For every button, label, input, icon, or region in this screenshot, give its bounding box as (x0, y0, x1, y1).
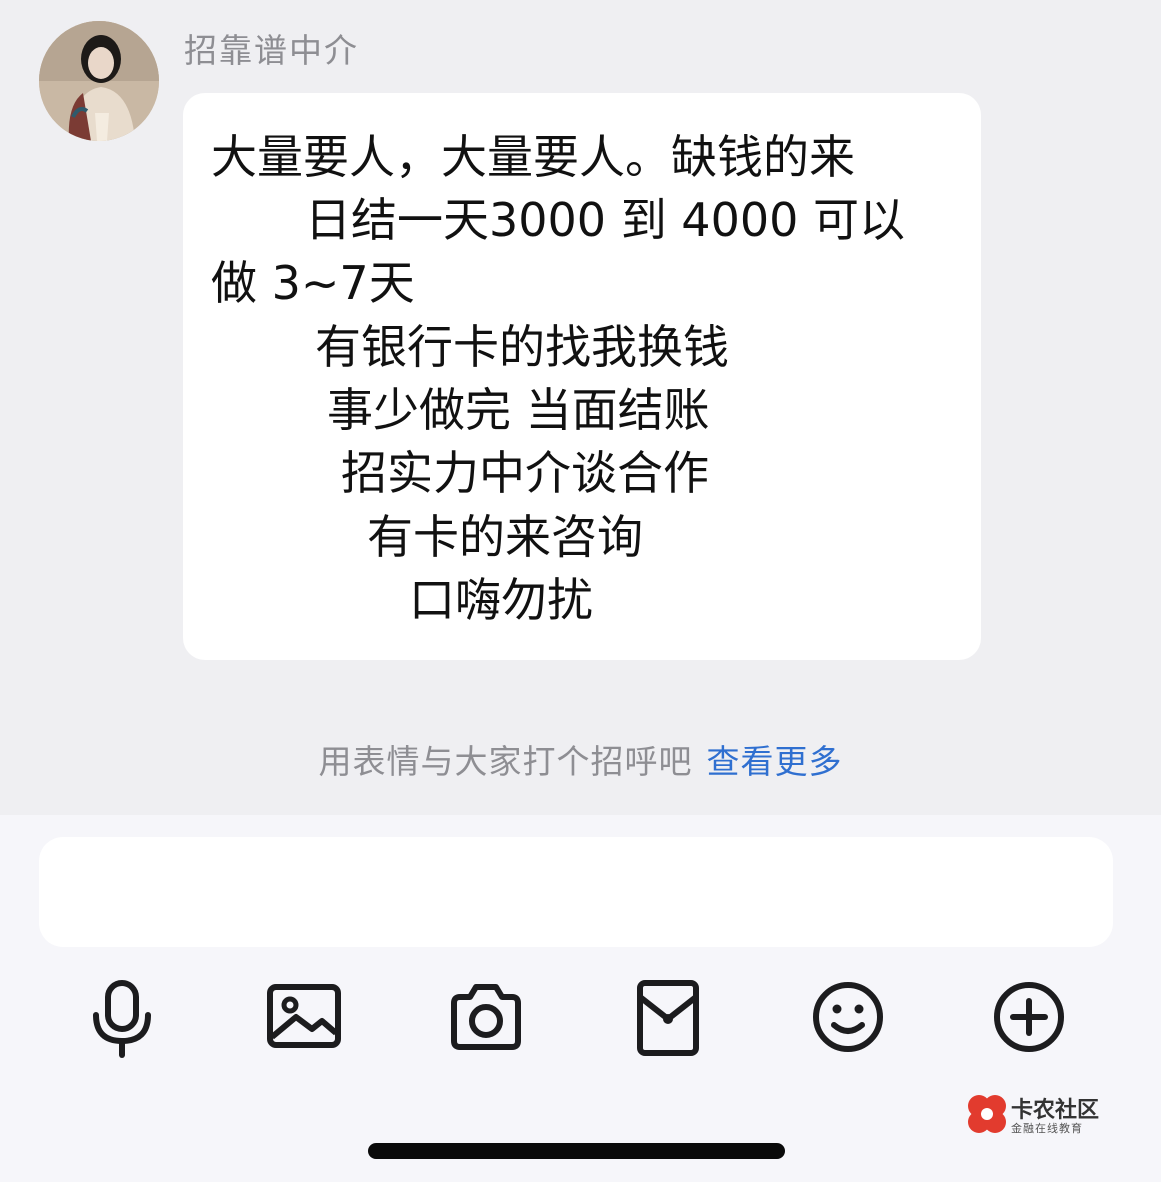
image-icon (267, 984, 341, 1048)
plus-icon (994, 982, 1064, 1052)
watermark-subtitle: 金融在线教育 (1011, 1122, 1083, 1135)
emoji-button[interactable] (806, 975, 890, 1059)
red-envelope-button[interactable] (626, 975, 710, 1059)
microphone-icon (93, 980, 151, 1058)
message-input[interactable] (39, 837, 1113, 947)
plus-button[interactable] (987, 975, 1071, 1059)
message-line: 日结一天3000 到 4000 可以 (305, 193, 905, 247)
image-button[interactable] (262, 975, 346, 1059)
camera-icon (451, 984, 521, 1050)
red-envelope-icon (637, 980, 699, 1056)
emoji-icon (813, 982, 883, 1052)
microphone-button[interactable] (80, 975, 164, 1059)
home-indicator[interactable] (368, 1143, 785, 1159)
camera-button[interactable] (444, 975, 528, 1059)
greeting-hint: 用表情与大家打个招呼吧 查看更多 (0, 735, 1161, 783)
kanong-logo-icon (968, 1095, 1006, 1133)
view-more-link[interactable]: 查看更多 (707, 742, 843, 781)
sender-avatar[interactable] (39, 21, 159, 141)
watermark: 卡农社区 金融在线教育 (965, 1090, 1115, 1138)
message-line: 事少做完 当面结账 (327, 383, 710, 437)
message-line: 有银行卡的找我换钱 (315, 320, 729, 374)
message-line: 口嗨勿扰 (409, 573, 593, 627)
sender-name: 招靠谱中介 (184, 31, 359, 70)
message-bubble[interactable]: 大量要人，大量要人。缺钱的来 日结一天3000 到 4000 可以 做 3~7天… (183, 93, 981, 660)
message-line: 做 3~7天 (211, 256, 415, 310)
message-line: 有卡的来咨询 (367, 510, 643, 564)
greeting-hint-text: 用表情与大家打个招呼吧 (318, 742, 693, 781)
message-line: 招实力中介谈合作 (341, 446, 709, 500)
chat-area[interactable]: 招靠谱中介 大量要人，大量要人。缺钱的来 日结一天3000 到 4000 可以 … (0, 0, 1161, 815)
message-line: 大量要人，大量要人。缺钱的来 (211, 130, 855, 184)
